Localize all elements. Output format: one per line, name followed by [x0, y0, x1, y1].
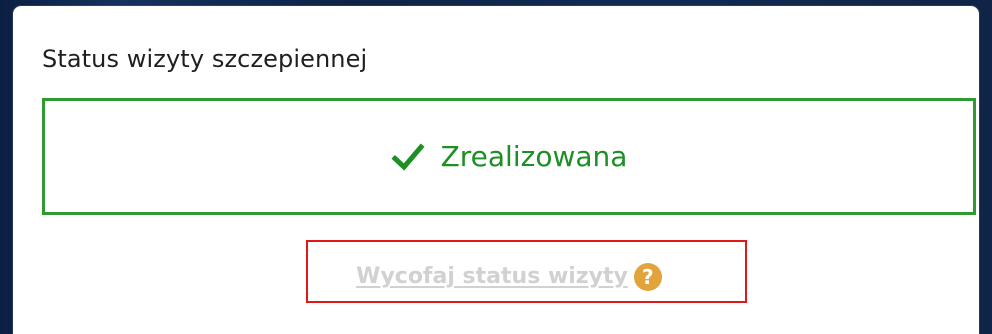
withdraw-status-row: Wycofaj status wizyty ? — [42, 260, 976, 294]
help-icon[interactable]: ? — [633, 263, 662, 291]
visit-status-box: Zrealizowana — [42, 98, 976, 215]
vaccination-visit-status-card: Status wizyty szczepiennej Zrealizowana … — [13, 6, 979, 334]
section-title: Status wizyty szczepiennej — [42, 45, 368, 73]
check-icon — [391, 142, 425, 171]
status-label: Zrealizowana — [440, 139, 628, 173]
withdraw-status-link[interactable]: Wycofaj status wizyty — [356, 263, 628, 291]
